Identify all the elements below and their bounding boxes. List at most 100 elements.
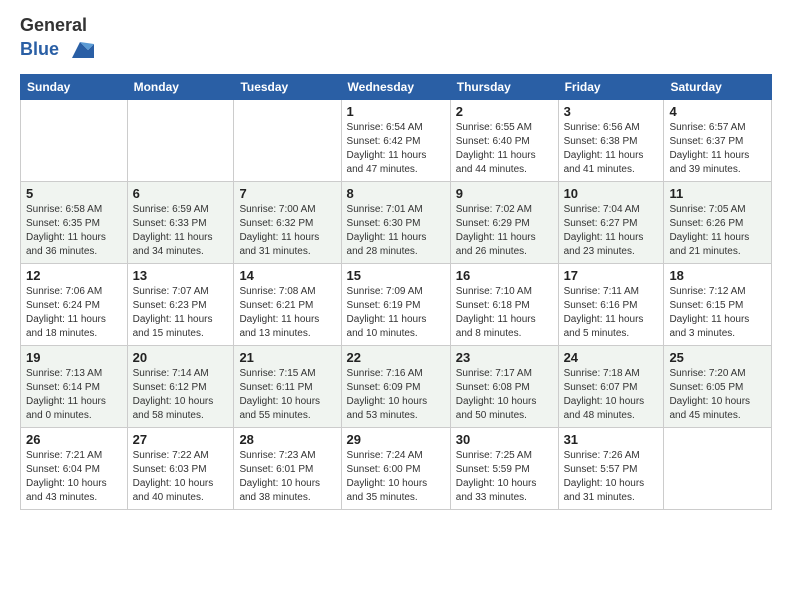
calendar-cell: 22 Sunrise: 7:16 AM Sunset: 6:09 PM Dayli… [341,345,450,427]
calendar-cell: 26 Sunrise: 7:21 AM Sunset: 6:04 PM Dayli… [21,427,128,509]
day-number: 8 [347,186,445,201]
weekday-tuesday: Tuesday [234,74,341,99]
calendar-cell: 13 Sunrise: 7:07 AM Sunset: 6:23 PM Dayli… [127,263,234,345]
calendar-cell: 20 Sunrise: 7:14 AM Sunset: 6:12 PM Dayli… [127,345,234,427]
calendar-cell: 15 Sunrise: 7:09 AM Sunset: 6:19 PM Dayli… [341,263,450,345]
calendar-cell: 25Sunrise: 7:20 AM Sunset: 6:05 PM Dayli… [664,345,772,427]
calendar-cell: 24 Sunrise: 7:18 AM Sunset: 6:07 PM Dayli… [558,345,664,427]
week-row-4: 26 Sunrise: 7:21 AM Sunset: 6:04 PM Dayli… [21,427,772,509]
day-number: 20 [133,350,229,365]
day-number: 29 [347,432,445,447]
logo-text: General [20,16,94,36]
day-number: 27 [133,432,229,447]
calendar-cell: 9Sunrise: 7:02 AM Sunset: 6:29 PM Daylig… [450,181,558,263]
page: General Blue SundayMondayTuesdayWednesda… [0,0,792,530]
day-info: Sunrise: 7:18 AM Sunset: 6:07 PM Dayligh… [564,367,659,423]
day-number: 31 [564,432,659,447]
day-info: Sunrise: 6:54 AM Sunset: 6:42 PM Dayligh… [347,121,445,177]
logo-blue: Blue [20,39,59,59]
calendar-cell: 29 Sunrise: 7:24 AM Sunset: 6:00 PM Dayli… [341,427,450,509]
calendar-cell: 7 Sunrise: 7:00 AM Sunset: 6:32 PM Daylig… [234,181,341,263]
day-number: 9 [456,186,553,201]
calendar-cell: 21 Sunrise: 7:15 AM Sunset: 6:11 PM Dayli… [234,345,341,427]
header: General Blue [20,16,772,64]
day-info: Sunrise: 7:13 AM Sunset: 6:14 PM Dayligh… [26,367,122,423]
weekday-sunday: Sunday [21,74,128,99]
day-info: Sunrise: 7:14 AM Sunset: 6:12 PM Dayligh… [133,367,229,423]
weekday-thursday: Thursday [450,74,558,99]
day-info: Sunrise: 7:06 AM Sunset: 6:24 PM Dayligh… [26,285,122,341]
weekday-friday: Friday [558,74,664,99]
day-number: 24 [564,350,659,365]
calendar-cell: 14Sunrise: 7:08 AM Sunset: 6:21 PM Dayli… [234,263,341,345]
day-number: 22 [347,350,445,365]
day-number: 16 [456,268,553,283]
day-info: Sunrise: 7:00 AM Sunset: 6:32 PM Dayligh… [239,203,335,259]
calendar-cell: 28Sunrise: 7:23 AM Sunset: 6:01 PM Dayli… [234,427,341,509]
day-number: 26 [26,432,122,447]
week-row-1: 5Sunrise: 6:58 AM Sunset: 6:35 PM Daylig… [21,181,772,263]
day-info: Sunrise: 7:21 AM Sunset: 6:04 PM Dayligh… [26,449,122,505]
day-info: Sunrise: 7:15 AM Sunset: 6:11 PM Dayligh… [239,367,335,423]
calendar-cell [127,99,234,181]
weekday-wednesday: Wednesday [341,74,450,99]
logo-icon [66,36,94,64]
day-info: Sunrise: 6:59 AM Sunset: 6:33 PM Dayligh… [133,203,229,259]
calendar-cell: 19 Sunrise: 7:13 AM Sunset: 6:14 PM Dayli… [21,345,128,427]
calendar-cell: 23 Sunrise: 7:17 AM Sunset: 6:08 PM Dayli… [450,345,558,427]
day-number: 18 [669,268,766,283]
calendar-cell: 18Sunrise: 7:12 AM Sunset: 6:15 PM Dayli… [664,263,772,345]
logo-general: General [20,15,87,35]
day-number: 3 [564,104,659,119]
calendar-cell: 27 Sunrise: 7:22 AM Sunset: 6:03 PM Dayli… [127,427,234,509]
day-info: Sunrise: 7:11 AM Sunset: 6:16 PM Dayligh… [564,285,659,341]
day-info: Sunrise: 7:22 AM Sunset: 6:03 PM Dayligh… [133,449,229,505]
day-number: 13 [133,268,229,283]
day-number: 1 [347,104,445,119]
day-number: 23 [456,350,553,365]
week-row-0: 1 Sunrise: 6:54 AM Sunset: 6:42 PM Daylig… [21,99,772,181]
day-info: Sunrise: 7:07 AM Sunset: 6:23 PM Dayligh… [133,285,229,341]
calendar-cell: 30 Sunrise: 7:25 AM Sunset: 5:59 PM Dayli… [450,427,558,509]
day-number: 7 [239,186,335,201]
day-info: Sunrise: 6:56 AM Sunset: 6:38 PM Dayligh… [564,121,659,177]
day-number: 28 [239,432,335,447]
calendar-cell: 31Sunrise: 7:26 AM Sunset: 5:57 PM Dayli… [558,427,664,509]
day-info: Sunrise: 6:57 AM Sunset: 6:37 PM Dayligh… [669,121,766,177]
day-info: Sunrise: 7:25 AM Sunset: 5:59 PM Dayligh… [456,449,553,505]
calendar-cell: 10Sunrise: 7:04 AM Sunset: 6:27 PM Dayli… [558,181,664,263]
day-info: Sunrise: 7:04 AM Sunset: 6:27 PM Dayligh… [564,203,659,259]
calendar-cell: 2Sunrise: 6:55 AM Sunset: 6:40 PM Daylig… [450,99,558,181]
logo: General Blue [20,16,94,64]
day-info: Sunrise: 7:17 AM Sunset: 6:08 PM Dayligh… [456,367,553,423]
day-number: 2 [456,104,553,119]
week-row-3: 19 Sunrise: 7:13 AM Sunset: 6:14 PM Dayli… [21,345,772,427]
day-number: 30 [456,432,553,447]
day-info: Sunrise: 7:10 AM Sunset: 6:18 PM Dayligh… [456,285,553,341]
calendar-cell: 16 Sunrise: 7:10 AM Sunset: 6:18 PM Dayli… [450,263,558,345]
day-info: Sunrise: 7:24 AM Sunset: 6:00 PM Dayligh… [347,449,445,505]
weekday-header-row: SundayMondayTuesdayWednesdayThursdayFrid… [21,74,772,99]
calendar-cell: 4 Sunrise: 6:57 AM Sunset: 6:37 PM Daylig… [664,99,772,181]
calendar-cell: 5Sunrise: 6:58 AM Sunset: 6:35 PM Daylig… [21,181,128,263]
day-number: 4 [669,104,766,119]
day-number: 15 [347,268,445,283]
week-row-2: 12Sunrise: 7:06 AM Sunset: 6:24 PM Dayli… [21,263,772,345]
day-info: Sunrise: 7:01 AM Sunset: 6:30 PM Dayligh… [347,203,445,259]
calendar-cell: 11Sunrise: 7:05 AM Sunset: 6:26 PM Dayli… [664,181,772,263]
day-number: 21 [239,350,335,365]
calendar-cell: 12Sunrise: 7:06 AM Sunset: 6:24 PM Dayli… [21,263,128,345]
calendar-cell [234,99,341,181]
logo-blue-text: Blue [20,36,94,64]
calendar-cell: 3 Sunrise: 6:56 AM Sunset: 6:38 PM Daylig… [558,99,664,181]
calendar-cell: 17 Sunrise: 7:11 AM Sunset: 6:16 PM Dayli… [558,263,664,345]
calendar-cell [664,427,772,509]
day-info: Sunrise: 7:09 AM Sunset: 6:19 PM Dayligh… [347,285,445,341]
day-info: Sunrise: 7:16 AM Sunset: 6:09 PM Dayligh… [347,367,445,423]
day-number: 19 [26,350,122,365]
calendar-cell [21,99,128,181]
day-number: 17 [564,268,659,283]
day-info: Sunrise: 7:05 AM Sunset: 6:26 PM Dayligh… [669,203,766,259]
day-number: 14 [239,268,335,283]
day-number: 6 [133,186,229,201]
